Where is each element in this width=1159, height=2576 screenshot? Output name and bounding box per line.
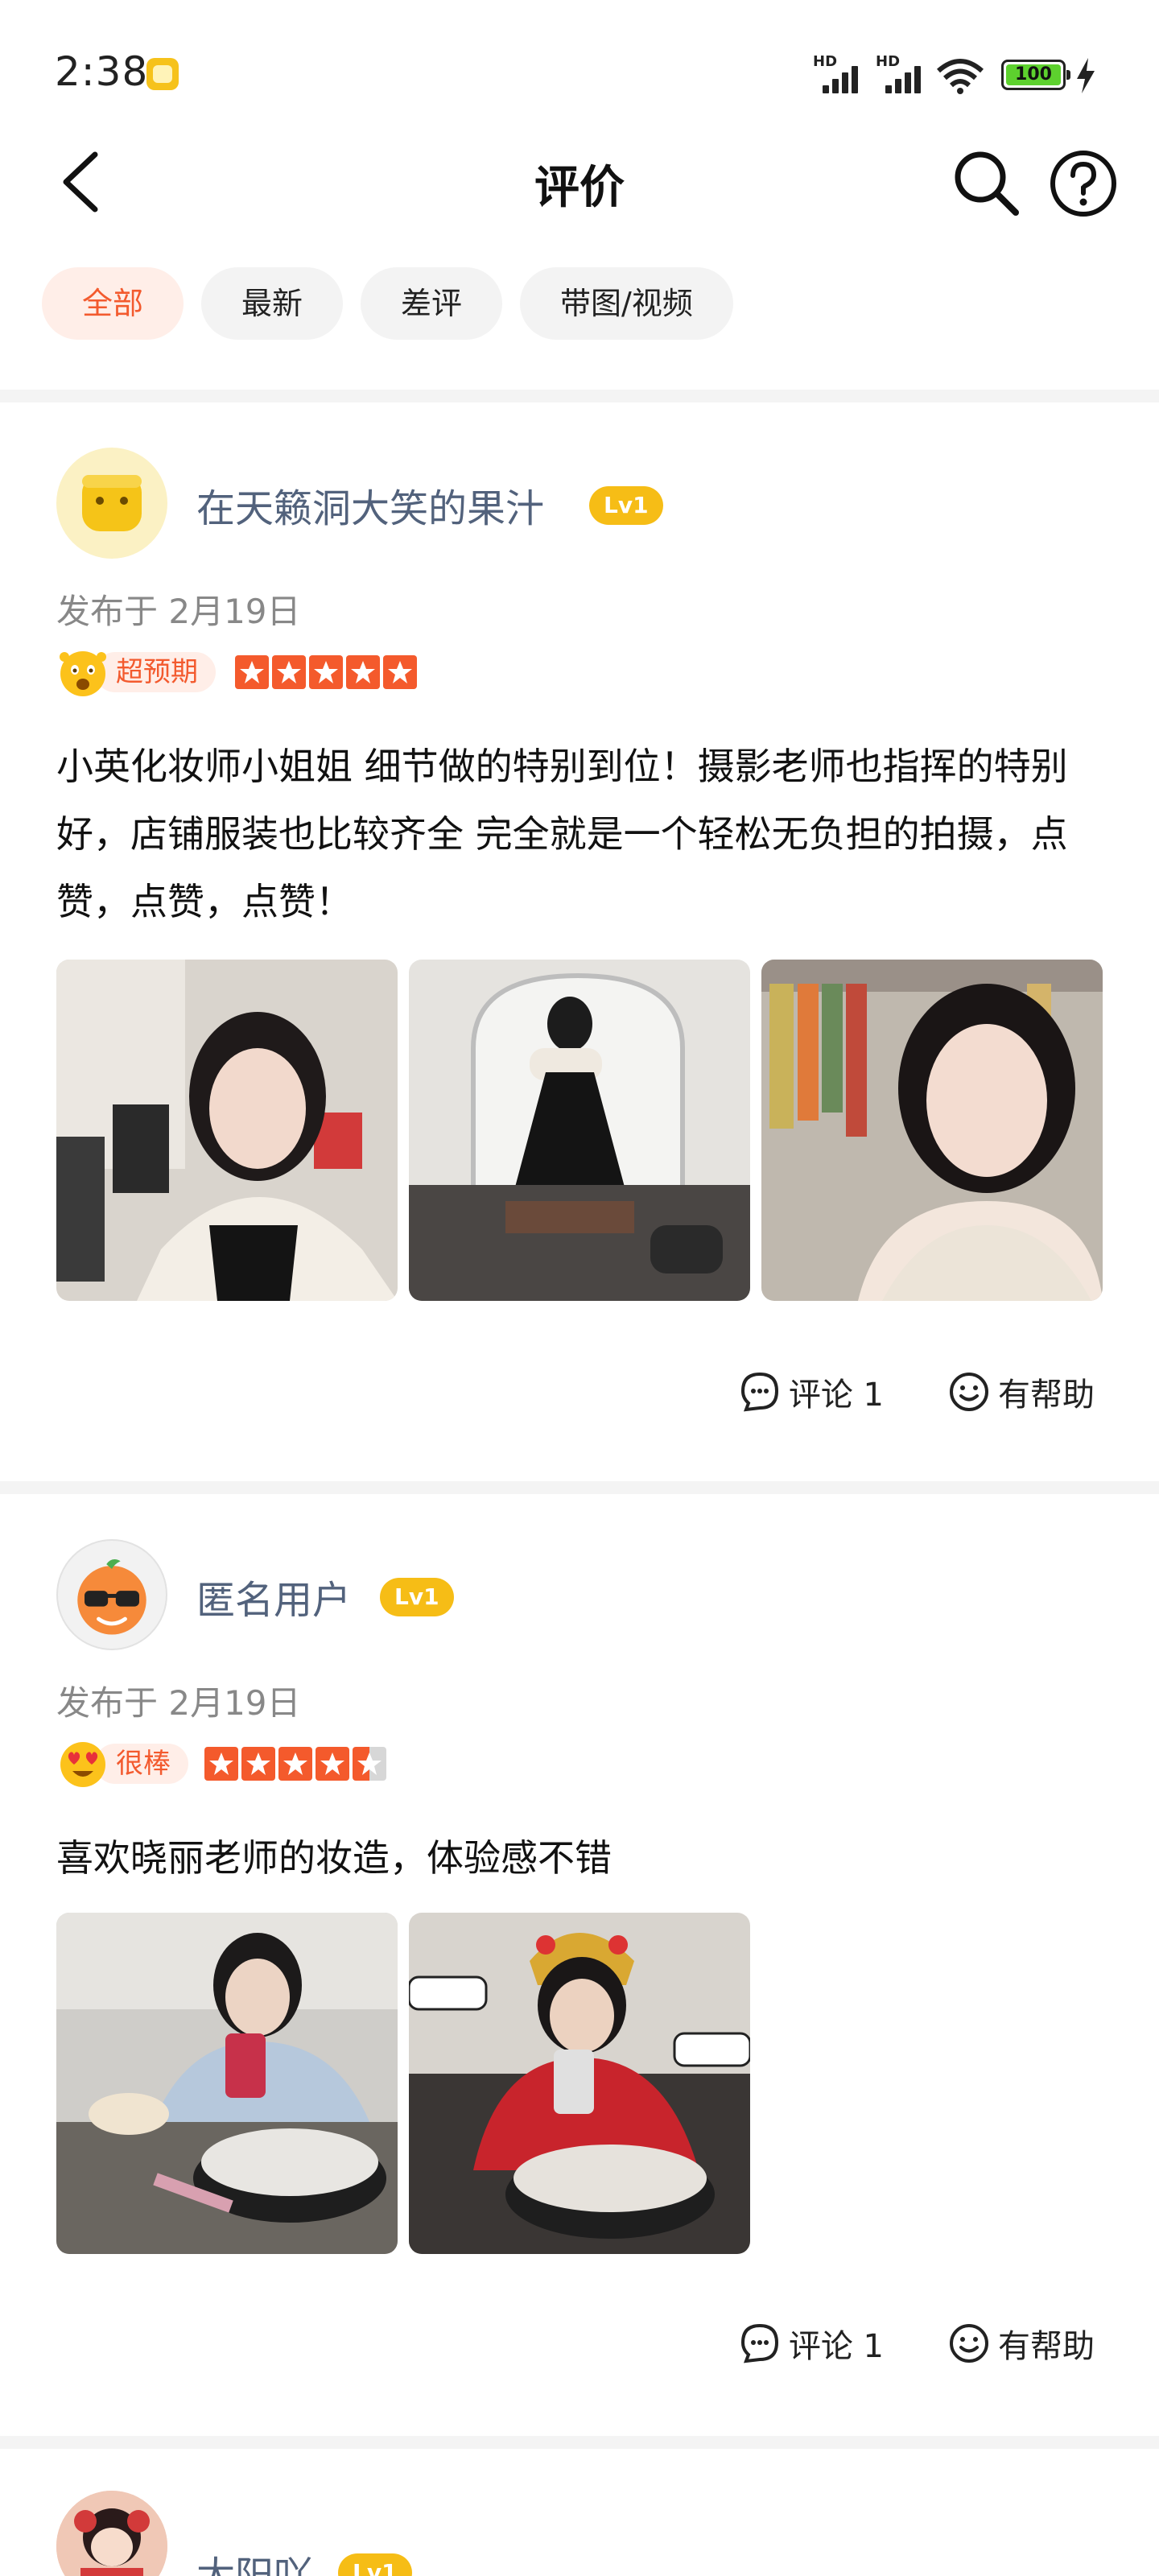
filter-latest[interactable]: 最新 <box>201 267 344 340</box>
review-username[interactable]: 太阳吖 <box>196 2544 312 2576</box>
helpful-label: 有帮助 <box>998 1377 1095 1414</box>
battery-level: 100 <box>1006 64 1061 85</box>
helpful-button[interactable]: 有帮助 <box>948 2320 1095 2367</box>
review-date: 发布于 2月19日 <box>56 1683 301 1723</box>
app-notification-icon <box>146 58 179 90</box>
section-divider <box>0 1481 1159 1494</box>
filter-all[interactable]: 全部 <box>42 267 184 340</box>
review-username[interactable]: 匿名用户 <box>196 1568 351 1624</box>
charging-icon <box>1077 58 1095 93</box>
status-time: 2:38 <box>55 48 149 95</box>
review-photos <box>56 960 1103 1301</box>
review-card: 太阳吖 Lv1 <box>0 2449 1159 2576</box>
rating-row: 超预期 <box>56 644 459 700</box>
wifi-icon <box>937 59 984 94</box>
star-icon <box>235 655 269 689</box>
review-photo[interactable] <box>761 960 1103 1301</box>
section-divider <box>0 2436 1159 2449</box>
star-icon <box>278 1747 312 1781</box>
help-icon[interactable] <box>1048 148 1119 219</box>
review-text: 喜欢晓丽老师的妆造，体验感不错 <box>56 1836 612 1880</box>
level-badge: Lv1 <box>380 1578 454 1616</box>
review-username[interactable]: 在天籁洞大笑的果汁 <box>196 477 544 533</box>
star-rating <box>204 1747 386 1781</box>
filter-tabs: 全部 最新 差评 带图/视频 <box>42 267 733 340</box>
review-photo[interactable] <box>409 1913 750 2254</box>
review-photo[interactable] <box>409 960 750 1301</box>
nav-bar: 评价 <box>0 137 1159 225</box>
section-divider <box>0 390 1159 402</box>
comment-label: 评论 1 <box>788 1377 884 1414</box>
filter-with-media[interactable]: 带图/视频 <box>520 267 733 340</box>
heart-eyes-face-icon <box>60 1742 105 1787</box>
comment-icon <box>740 2323 778 2363</box>
rating-row: 很棒 <box>56 1736 459 1792</box>
smile-icon <box>950 1373 988 1411</box>
helpful-label: 有帮助 <box>998 2328 1095 2365</box>
star-icon <box>383 655 417 689</box>
status-bar: 2:38 HD HD 100 <box>0 0 1159 145</box>
star-icon <box>204 1747 238 1781</box>
half-star-icon <box>353 1747 386 1781</box>
rating-label: 超预期 <box>95 652 216 692</box>
review-photo[interactable] <box>56 1913 398 2254</box>
helpful-button[interactable]: 有帮助 <box>948 1368 1095 1415</box>
review-actions: 评论 1 有帮助 <box>739 2320 1095 2367</box>
star-icon <box>346 655 380 689</box>
battery-icon: 100 <box>1001 60 1070 90</box>
comment-label: 评论 1 <box>788 2328 884 2365</box>
avatar[interactable] <box>56 2491 167 2576</box>
review-text: 小英化妆师小姐姐 细节做的特别到位！摄影老师也指挥的特别好，店铺服装也比较齐全 … <box>56 745 1068 923</box>
smile-icon <box>950 2324 988 2363</box>
avatar[interactable] <box>56 448 167 559</box>
star-rating <box>235 655 417 689</box>
review-actions: 评论 1 有帮助 <box>739 1368 1095 1415</box>
avatar[interactable] <box>56 1539 167 1650</box>
level-badge: Lv1 <box>338 2553 412 2576</box>
review-photo[interactable] <box>56 960 398 1301</box>
star-icon <box>316 1747 349 1781</box>
filter-negative[interactable]: 差评 <box>361 267 503 340</box>
comment-button[interactable]: 评论 1 <box>739 2320 884 2367</box>
star-icon <box>272 655 306 689</box>
search-icon[interactable] <box>950 147 1022 219</box>
signal-icon: HD <box>876 53 926 93</box>
review-photos <box>56 1913 750 2254</box>
comment-icon <box>740 1372 778 1412</box>
star-icon <box>309 655 343 689</box>
star-icon <box>241 1747 275 1781</box>
level-badge: Lv1 <box>589 486 663 525</box>
amazed-face-icon <box>60 651 106 696</box>
comment-button[interactable]: 评论 1 <box>739 1368 884 1415</box>
signal-icon: HD <box>813 53 863 93</box>
review-date: 发布于 2月19日 <box>56 592 301 631</box>
